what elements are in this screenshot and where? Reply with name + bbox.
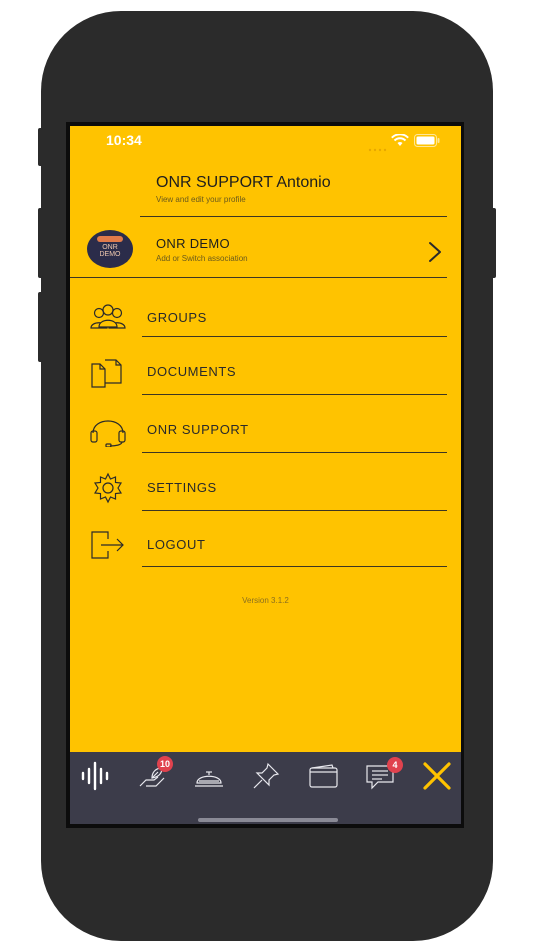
avatar-stripe (97, 236, 123, 242)
avatar-text-2: DEMO (99, 251, 121, 258)
menu-item-support[interactable]: ONR SUPPORT (70, 410, 461, 450)
menu-item-logout[interactable]: LOGOUT (70, 525, 461, 565)
pushpin-icon (250, 760, 282, 797)
battery-icon (414, 134, 440, 152)
menu-label-groups: GROUPS (147, 310, 207, 325)
tab-wallet[interactable] (298, 752, 348, 804)
menu-divider (142, 566, 447, 567)
chevron-right-icon (422, 238, 446, 266)
volume-down-button (38, 292, 43, 362)
menu-divider (142, 452, 447, 453)
menu-label-logout: LOGOUT (147, 537, 206, 552)
headset-icon (88, 413, 128, 448)
menu-label-settings: SETTINGS (147, 480, 217, 495)
gear-icon (88, 471, 128, 505)
menu-item-groups[interactable]: GROUPS (70, 298, 461, 338)
menu-divider (142, 510, 447, 511)
version-text: Version 3.1.2 (242, 596, 289, 605)
tab-services[interactable] (184, 752, 234, 804)
association-avatar: ONR DEMO (87, 230, 133, 268)
tab-messages[interactable]: 4 (355, 752, 405, 804)
menu-item-documents[interactable]: DOCUMENTS (70, 352, 461, 392)
profile-row[interactable]: ONR SUPPORT Antonio View and edit your p… (70, 166, 461, 216)
menu-label-documents: DOCUMENTS (147, 364, 237, 379)
profile-divider (140, 216, 447, 217)
tab-badge: 10 (157, 756, 173, 772)
tab-close-menu[interactable] (412, 752, 461, 804)
home-indicator[interactable] (198, 818, 338, 822)
tab-badge: 4 (387, 757, 403, 773)
app-screen: 10:34 ONR SUPPORT Antonio View and edit … (70, 126, 461, 824)
status-time: 10:34 (106, 132, 142, 148)
menu-item-settings[interactable]: SETTINGS (70, 468, 461, 508)
power-button (491, 208, 496, 278)
tab-pins[interactable] (241, 752, 291, 804)
profile-name: ONR SUPPORT Antonio (156, 174, 331, 191)
mute-switch (38, 128, 43, 166)
menu-divider (142, 394, 447, 395)
service-bell-icon (193, 760, 225, 797)
close-icon (421, 760, 453, 797)
menu-label-support: ONR SUPPORT (147, 422, 249, 437)
logout-icon (88, 528, 128, 562)
bottom-tab-bar: 10 4 (70, 752, 461, 824)
tab-fundraising[interactable]: 10 (127, 752, 177, 804)
groups-icon (88, 301, 128, 335)
audio-wave-icon (79, 760, 111, 797)
profile-subtitle: View and edit your profile (156, 195, 246, 204)
tab-audio[interactable] (70, 752, 120, 804)
volume-up-button (38, 208, 43, 278)
signal-icon (368, 140, 388, 158)
avatar-text-1: ONR (102, 244, 118, 251)
wallet-icon (307, 760, 339, 797)
menu-divider (142, 336, 447, 337)
association-row[interactable]: ONR DEMO ONR DEMO Add or Switch associat… (70, 222, 461, 278)
association-divider (70, 277, 447, 278)
association-name: ONR DEMO (156, 236, 230, 251)
documents-icon (88, 355, 128, 389)
wifi-icon (391, 133, 409, 152)
association-subtitle: Add or Switch association (156, 254, 248, 263)
